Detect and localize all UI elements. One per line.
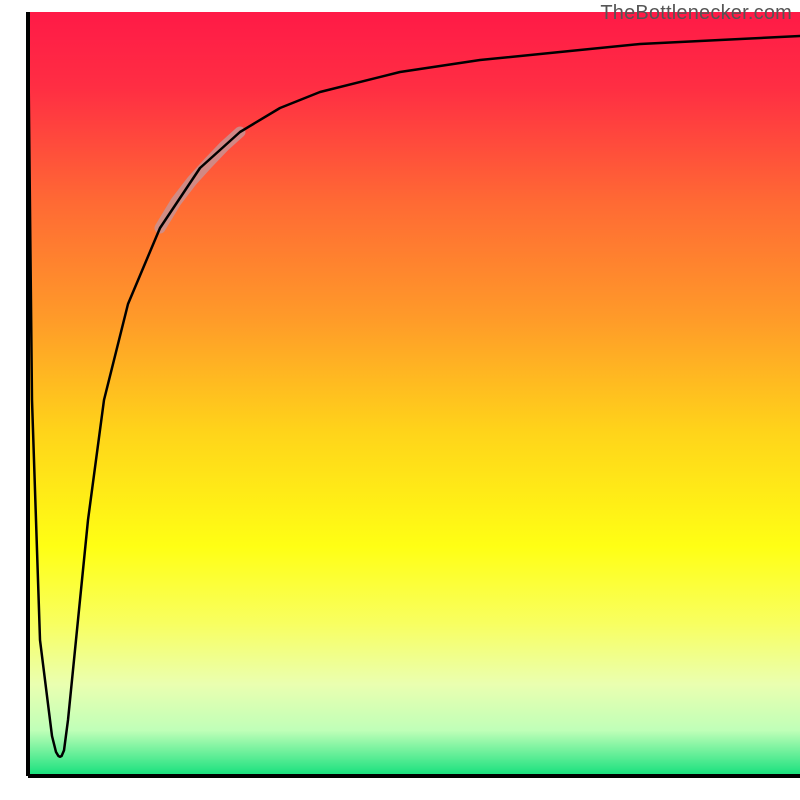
chart-svg [0,0,800,800]
attribution-label: TheBottlenecker.com [600,2,792,25]
bottleneck-chart: TheBottlenecker.com [0,0,800,800]
gradient-background [28,12,800,776]
